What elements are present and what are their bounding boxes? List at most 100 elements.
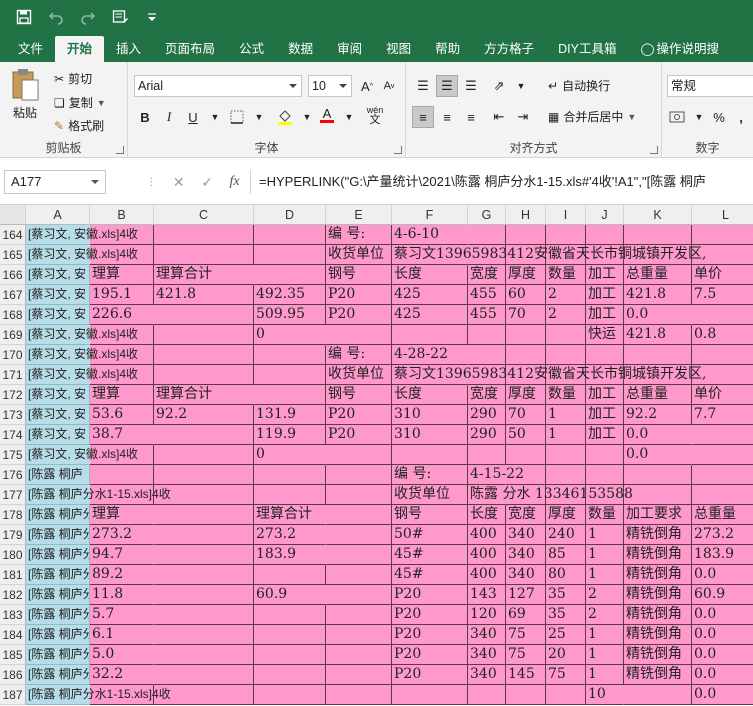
column-header-k[interactable]: K — [624, 205, 692, 225]
cell-g181[interactable]: 400 — [468, 565, 506, 585]
cell-i186[interactable]: 75 — [546, 665, 586, 685]
row-header[interactable]: 168 — [0, 305, 26, 325]
cell-g187[interactable] — [468, 685, 506, 705]
cell-b173[interactable]: 53.6 — [90, 405, 154, 425]
cell-i178[interactable]: 厚度 — [546, 505, 586, 525]
cell-h180[interactable]: 340 — [506, 545, 546, 565]
row-header[interactable]: 185 — [0, 645, 26, 665]
cell-l180[interactable]: 183.9 — [692, 545, 753, 565]
cell-c178[interactable] — [154, 505, 254, 525]
cell-k164[interactable] — [624, 225, 692, 245]
cell-k180[interactable]: 精铣倒角 — [624, 545, 692, 565]
cell-j176[interactable] — [586, 465, 624, 485]
cell-g168[interactable]: 455 — [468, 305, 506, 325]
percent-button[interactable]: % — [708, 106, 730, 128]
column-header-a[interactable]: A — [26, 205, 90, 225]
cell-h174[interactable]: 50 — [506, 425, 546, 445]
cell-f178[interactable]: 钢号 — [392, 505, 468, 525]
format-painter-button[interactable]: ✎ 格式刷 — [54, 117, 104, 134]
cell-i183[interactable]: 35 — [546, 605, 586, 625]
cell-e181[interactable] — [326, 565, 392, 585]
phonetic-icon[interactable]: wén 文 — [360, 104, 390, 126]
orientation-icon[interactable]: ⇗ — [488, 75, 510, 97]
cell-l182[interactable]: 60.9 — [692, 585, 753, 605]
cell-a179[interactable]: [陈露 桐庐分水1-15.x — [26, 525, 90, 545]
cell-l169[interactable]: 0.8 — [692, 325, 753, 345]
cell-d180[interactable]: 183.9 — [254, 545, 326, 565]
cell-i185[interactable]: 20 — [546, 645, 586, 665]
cell-l172[interactable]: 单价 — [692, 385, 753, 405]
cell-j166[interactable]: 加工 — [586, 265, 624, 285]
row-header[interactable]: 170 — [0, 345, 26, 365]
cell-j174[interactable]: 加工 — [586, 425, 624, 445]
cell-b184[interactable]: 6.1 — [90, 625, 154, 645]
cell-a175[interactable]: [蔡习文, 安徽.xls]4收 — [26, 445, 138, 465]
cell-c172[interactable]: 理算合计 — [154, 385, 254, 405]
cell-l179[interactable]: 273.2 — [692, 525, 753, 545]
clipboard-launcher-icon[interactable] — [116, 146, 124, 154]
cell-g170[interactable] — [468, 345, 506, 365]
cell-h182[interactable]: 127 — [506, 585, 546, 605]
cell-g182[interactable]: 143 — [468, 585, 506, 605]
cell-c180[interactable] — [154, 545, 254, 565]
cell-a180[interactable]: [陈露 桐庐分水1-15.x — [26, 545, 90, 565]
cell-e172[interactable]: 钢号 — [326, 385, 392, 405]
cell-e170[interactable]: 编 号: — [326, 345, 392, 365]
cell-g178[interactable]: 长度 — [468, 505, 506, 525]
save-icon[interactable] — [10, 4, 38, 30]
cell-d177[interactable] — [254, 485, 326, 505]
tab-home[interactable]: 开始 — [55, 36, 105, 62]
cell-h167[interactable]: 60 — [506, 285, 546, 305]
cell-g175[interactable] — [468, 445, 506, 465]
cell-k174[interactable]: 0.0 — [624, 425, 692, 445]
cell-f184[interactable]: P20 — [392, 625, 468, 645]
cell-k182[interactable]: 精铣倒角 — [624, 585, 692, 605]
cell-e180[interactable] — [326, 545, 392, 565]
cell-c183[interactable] — [154, 605, 254, 625]
cell-l185[interactable]: 0.0 — [692, 645, 753, 665]
cell-c175[interactable] — [154, 445, 254, 465]
font-color-icon[interactable]: A — [316, 104, 338, 126]
cell-e177[interactable] — [326, 485, 392, 505]
worksheet-grid[interactable]: ABCDEFGHIJKL 164 [蔡习文, 安徽.xls]4收编 号: 4-6-1… — [0, 204, 753, 706]
cell-b176[interactable] — [90, 465, 154, 485]
cell-i169[interactable] — [546, 325, 586, 345]
cell-g177[interactable]: 陈露 分水 13346153588 — [468, 485, 633, 505]
cell-h179[interactable]: 340 — [506, 525, 546, 545]
cell-d170[interactable] — [254, 345, 326, 365]
cell-e176[interactable] — [326, 465, 392, 485]
cell-k181[interactable]: 精铣倒角 — [624, 565, 692, 585]
cell-b168[interactable]: 226.6 — [90, 305, 154, 325]
tab-formulas[interactable]: 公式 — [227, 36, 276, 62]
font-size-select[interactable]: 10 — [308, 75, 352, 97]
cell-d169[interactable]: 0 — [254, 325, 326, 345]
cell-h187[interactable] — [506, 685, 546, 705]
cell-e168[interactable]: P20 — [326, 305, 392, 325]
cell-f176[interactable]: 编 号: — [392, 465, 468, 485]
cell-l166[interactable]: 单价 — [692, 265, 753, 285]
cell-l187[interactable]: 0.0 — [692, 685, 753, 705]
cell-j182[interactable]: 2 — [586, 585, 624, 605]
cell-g186[interactable]: 340 — [468, 665, 506, 685]
cell-e185[interactable] — [326, 645, 392, 665]
cell-f165[interactable]: 蔡习文13965983412安徽省天长市铜城镇开发区, — [392, 245, 706, 265]
cell-e186[interactable] — [326, 665, 392, 685]
cell-a185[interactable]: [陈露 桐庐分水1-15.x — [26, 645, 90, 665]
row-header[interactable]: 174 — [0, 425, 26, 445]
align-top-icon[interactable]: ☰ — [412, 75, 434, 97]
cell-a164[interactable]: [蔡习文, 安徽.xls]4收 — [26, 225, 138, 245]
cell-b183[interactable]: 5.7 — [90, 605, 154, 625]
comma-button[interactable]: , — [730, 106, 752, 128]
form-icon[interactable] — [106, 4, 134, 30]
cell-l186[interactable]: 0.0 — [692, 665, 753, 685]
wrap-text-button[interactable]: ↵ 自动换行 — [548, 77, 610, 94]
column-header-h[interactable]: H — [506, 205, 546, 225]
cell-g184[interactable]: 340 — [468, 625, 506, 645]
orientation-dropdown-icon[interactable]: ▼ — [510, 75, 532, 97]
cell-a172[interactable]: [蔡习文, 安 — [26, 385, 90, 405]
cell-i181[interactable]: 80 — [546, 565, 586, 585]
increase-indent-icon[interactable]: ⇥ — [512, 106, 534, 128]
cell-c182[interactable] — [154, 585, 254, 605]
cell-k186[interactable]: 精铣倒角 — [624, 665, 692, 685]
row-header[interactable]: 167 — [0, 285, 26, 305]
